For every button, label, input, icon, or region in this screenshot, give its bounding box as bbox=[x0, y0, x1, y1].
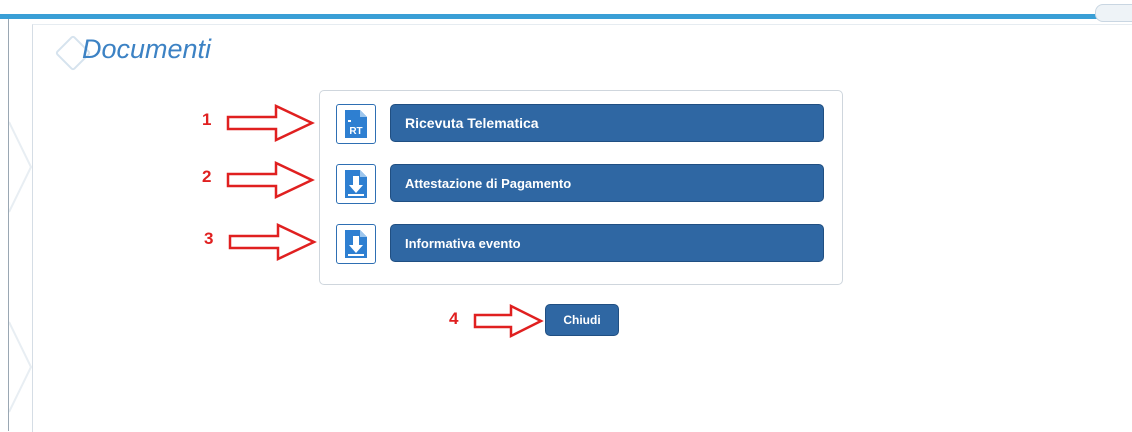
annotation-number: 1 bbox=[202, 110, 212, 129]
document-row-attestazione: Attestazione di Pagamento bbox=[336, 163, 826, 205]
page-title: Documenti bbox=[82, 34, 212, 64]
document-row-ricevuta: RT Ricevuta Telematica bbox=[336, 103, 826, 145]
close-button[interactable]: Chiudi bbox=[545, 304, 619, 336]
download-document-icon[interactable] bbox=[336, 224, 376, 264]
right-arrow-icon bbox=[473, 303, 544, 339]
ricevuta-telematica-button[interactable]: Ricevuta Telematica bbox=[390, 104, 824, 142]
annotation-2: 2 bbox=[202, 160, 322, 200]
documents-box: RT Ricevuta Telematica Attestazione di P… bbox=[319, 90, 843, 285]
right-arrow-icon bbox=[226, 104, 315, 142]
document-row-informativa: Informativa evento bbox=[336, 223, 826, 265]
right-arrow-icon bbox=[226, 161, 315, 199]
annotation-4: 4 bbox=[449, 303, 549, 343]
rt-receipt-icon[interactable]: RT bbox=[336, 104, 376, 144]
top-bar bbox=[0, 0, 1132, 22]
informativa-evento-button[interactable]: Informativa evento bbox=[390, 224, 824, 262]
right-arrow-icon bbox=[228, 223, 317, 261]
annotation-1: 1 bbox=[202, 103, 322, 143]
window-corner-tab[interactable] bbox=[1095, 4, 1132, 22]
annotation-number: 4 bbox=[449, 309, 459, 328]
download-document-icon[interactable] bbox=[336, 164, 376, 204]
annotation-number: 3 bbox=[204, 229, 214, 248]
rt-icon-text: RT bbox=[349, 126, 362, 137]
annotation-3: 3 bbox=[204, 222, 324, 262]
annotation-number: 2 bbox=[202, 167, 212, 186]
top-accent-line bbox=[0, 14, 1132, 19]
attestazione-pagamento-button[interactable]: Attestazione di Pagamento bbox=[390, 164, 824, 202]
